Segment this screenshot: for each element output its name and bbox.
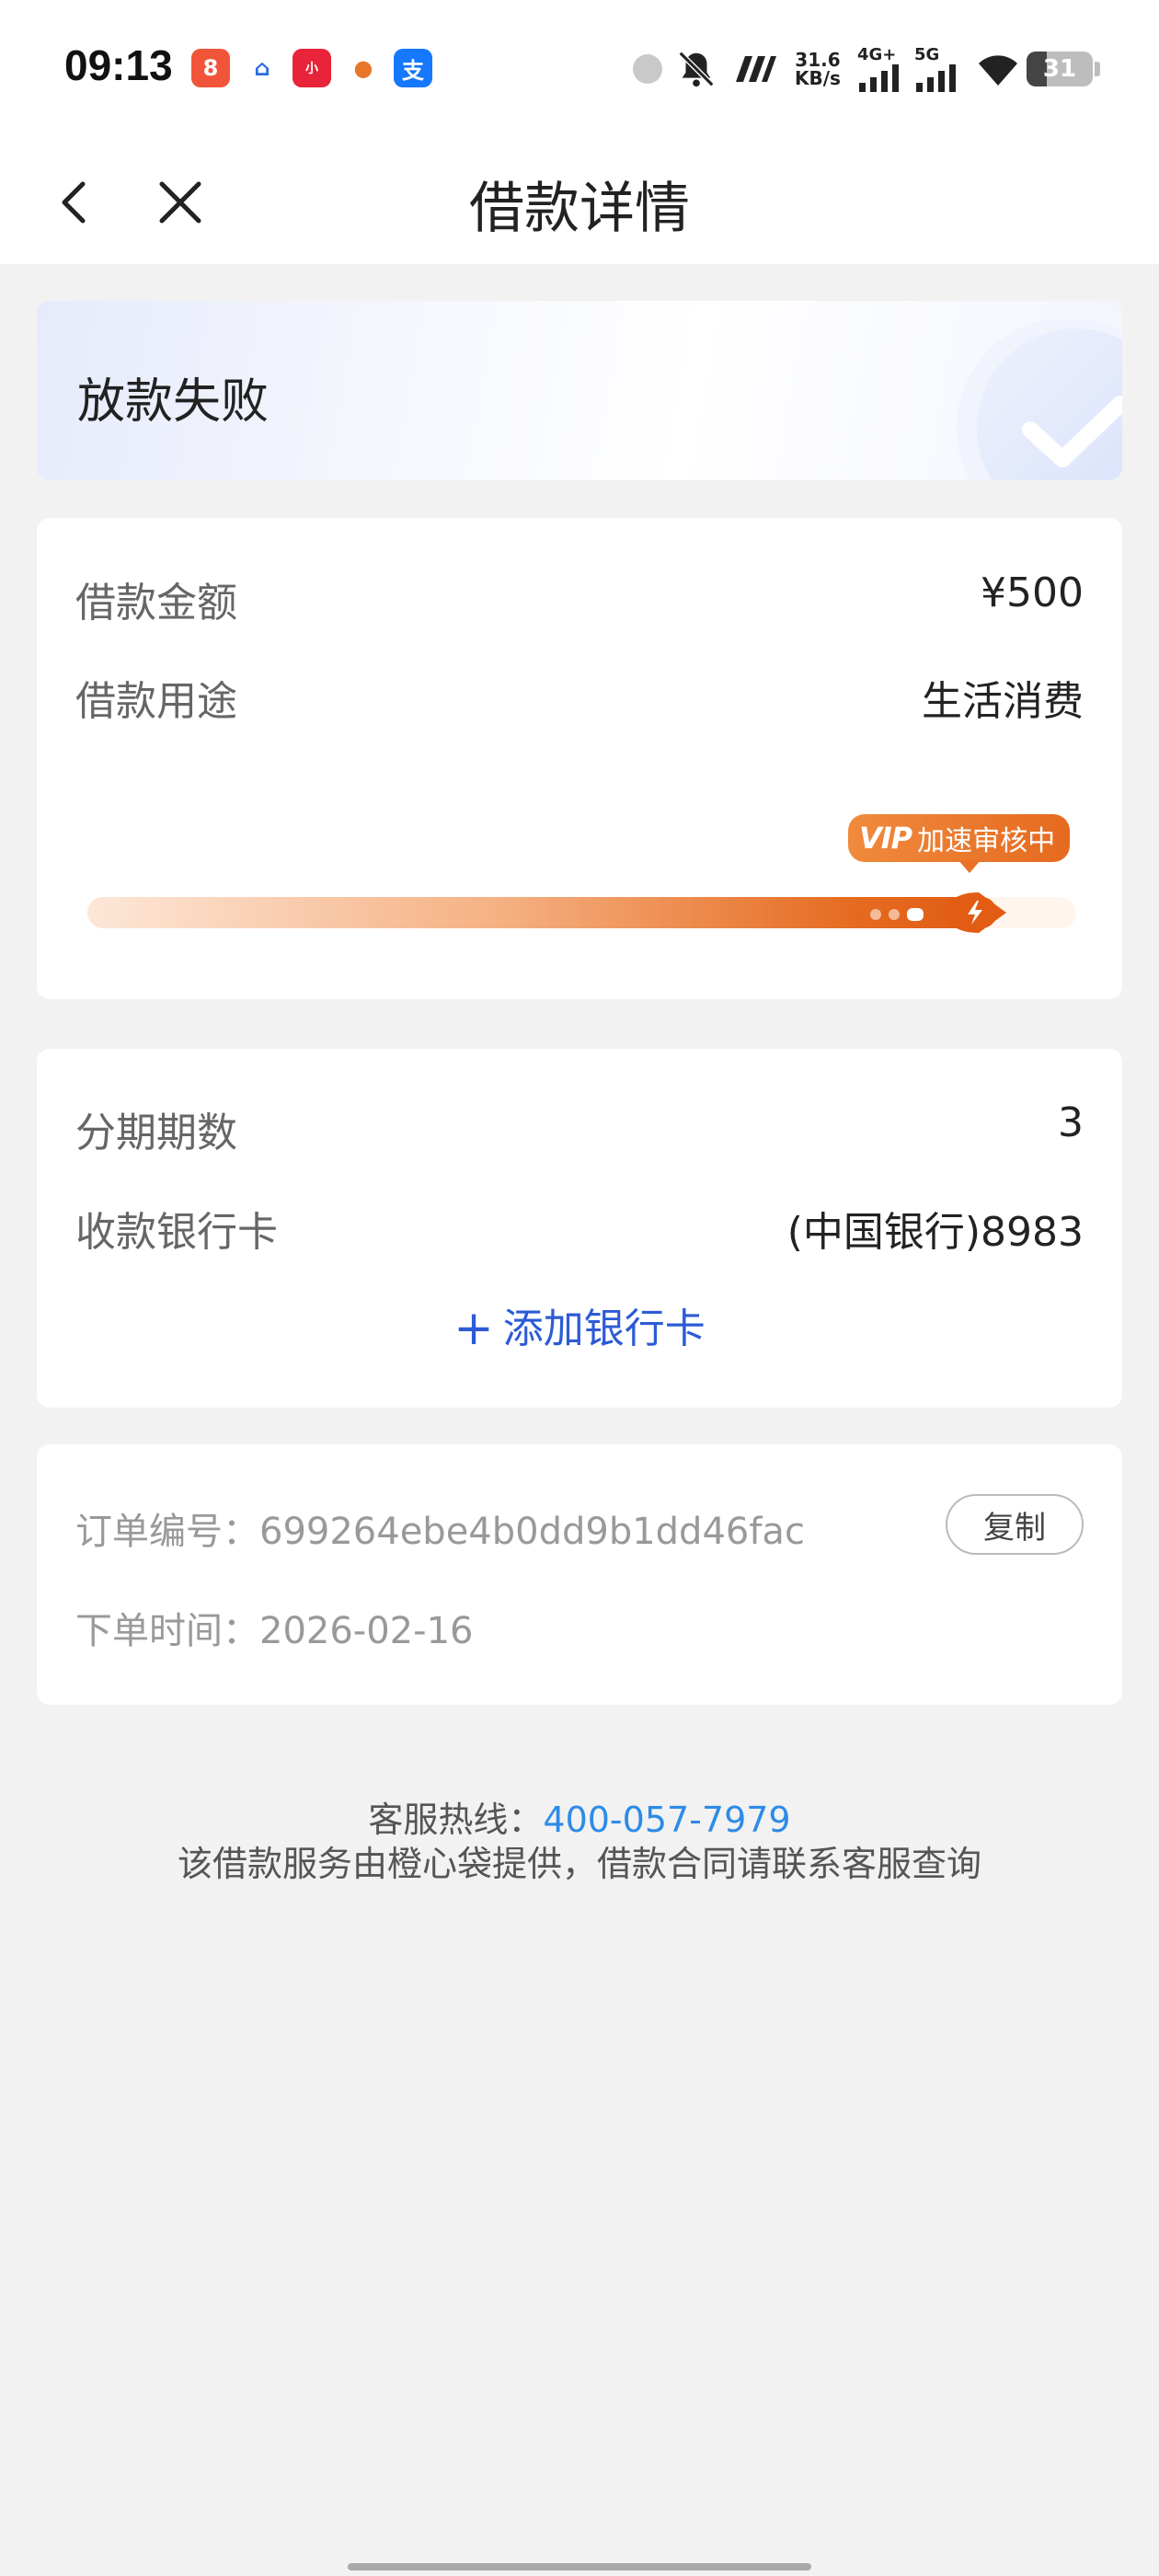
alipay-icon: 支 <box>394 49 432 87</box>
hotline-number-link[interactable]: 400-057-7979 <box>543 1800 790 1840</box>
periods-label: 分期期数 <box>75 1110 237 1156</box>
mute-bell-icon <box>678 51 715 87</box>
progress-fill <box>87 897 997 928</box>
privacy-dot-icon <box>633 54 662 84</box>
loan-status-card: 放款失败 <box>37 301 1122 480</box>
add-bank-card-label: 添加银行卡 <box>502 1305 706 1352</box>
signal-bars-icon <box>915 64 956 92</box>
installment-card: 分期期数 3 收款银行卡 (中国银行)8983 + 添加银行卡 <box>37 1049 1122 1408</box>
page-title: 借款详情 <box>469 177 690 241</box>
wifi-icon <box>978 55 1017 86</box>
status-bar: 09:13 8 ⌂ 小 ● 支 31.6 KB/s 4G+ 5G 31 <box>0 0 1159 138</box>
loan-status-text: 放款失败 <box>77 374 270 430</box>
app-notification-icon: 8 <box>191 49 230 87</box>
signal-4g: 4G+ <box>857 46 905 92</box>
order-number-label: 订单编号： <box>75 1511 259 1553</box>
order-time-label: 下单时间： <box>75 1610 259 1652</box>
copy-button[interactable]: 复制 <box>946 1494 1084 1555</box>
app-notification-icon: 小 <box>293 49 331 87</box>
amount-label: 借款金额 <box>75 580 237 627</box>
bank-card-label: 收款银行卡 <box>75 1209 278 1256</box>
status-icons: 31.6 KB/s 4G+ 5G <box>633 46 1021 92</box>
periods-value: 3 <box>1058 1099 1084 1146</box>
nav-bar: 借款详情 <box>0 138 1159 264</box>
carrier-logo-icon <box>736 56 776 82</box>
purpose-label: 借款用途 <box>75 678 237 725</box>
check-badge-icon <box>957 319 1122 480</box>
signal-bars-icon <box>858 64 899 92</box>
review-status-text: 加速审核中 <box>917 825 1056 857</box>
hotline-label: 客服热线： <box>368 1800 544 1840</box>
status-time: 09:13 <box>64 41 173 89</box>
footer: 客服热线：400-057-7979 该借款服务由橙心袋提供，借款合同请联系客服查… <box>0 1798 1159 1886</box>
order-number: 订单编号：699264ebe4b0dd9b1dd46fac <box>75 1501 805 1555</box>
order-info-card: 订单编号：699264ebe4b0dd9b1dd46fac 复制 下单时间：20… <box>37 1444 1122 1705</box>
home-indicator[interactable] <box>348 2563 811 2570</box>
purpose-value: 生活消费 <box>922 678 1084 725</box>
signal-5g: 5G <box>914 46 962 92</box>
app-notification-icon: ● <box>344 49 383 87</box>
hotline: 客服热线：400-057-7979 <box>0 1798 1159 1842</box>
plus-icon: + <box>453 1301 494 1356</box>
progress-trail <box>870 908 924 921</box>
vip-tag: VIP <box>859 821 912 856</box>
review-status-badge: VIP 加速审核中 <box>848 814 1071 873</box>
order-time-value: 2026-02-16 <box>259 1610 474 1652</box>
amount-value: ¥500 <box>981 569 1084 616</box>
loan-info-card: 借款金额 ¥500 借款用途 生活消费 VIP 加速审核中 <box>37 518 1122 999</box>
battery-icon: 31 <box>1027 52 1093 86</box>
battery-tip <box>1095 62 1100 76</box>
order-time: 下单时间：2026-02-16 <box>75 1601 473 1654</box>
rocket-icon <box>942 892 1006 933</box>
app-notification-icon: ⌂ <box>243 49 281 87</box>
add-bank-card-button[interactable]: + 添加银行卡 <box>37 1295 1122 1356</box>
order-number-value: 699264ebe4b0dd9b1dd46fac <box>259 1511 805 1553</box>
network-speed: 31.6 KB/s <box>795 49 841 89</box>
service-notice: 该借款服务由橙心袋提供，借款合同请联系客服查询 <box>177 1844 981 1884</box>
bank-card-value: (中国银行)8983 <box>786 1209 1084 1256</box>
